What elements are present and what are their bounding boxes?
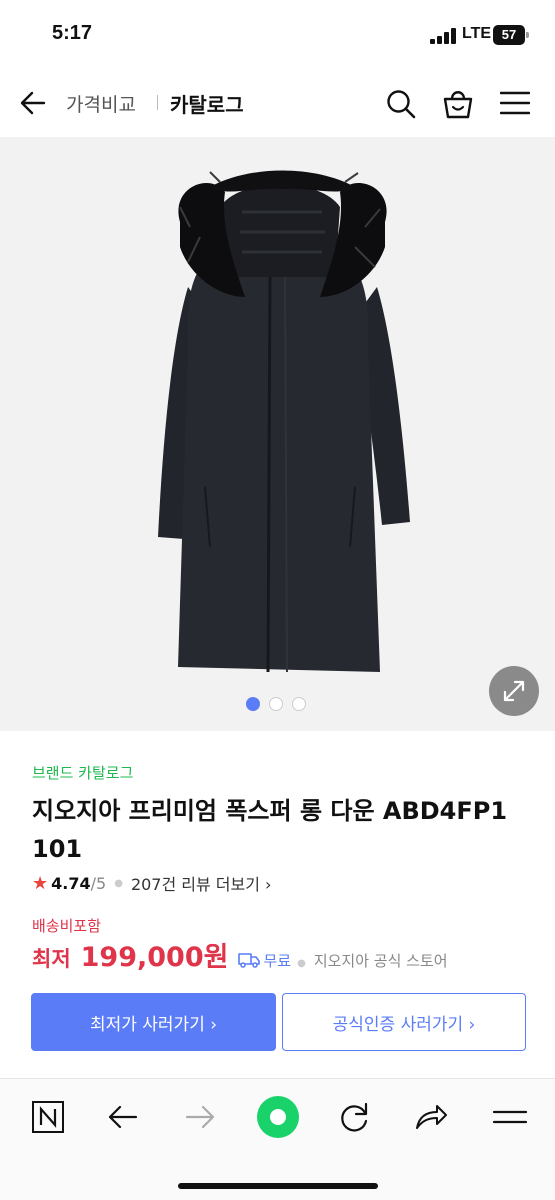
hamburger-menu-icon[interactable] — [500, 90, 530, 116]
store-name: 지오지아 공식 스토어 — [313, 952, 448, 970]
lowest-price: 199,000원 — [80, 942, 229, 973]
top-nav: 가격비교 카탈로그 — [0, 70, 555, 136]
separator-dot: ● — [297, 958, 306, 969]
share-icon[interactable] — [411, 1097, 451, 1137]
buy-official-button[interactable]: 공식인증 사러가기 › — [282, 993, 526, 1051]
price-compare-link[interactable]: 가격비교 — [66, 90, 136, 117]
network-label: LTE — [462, 25, 492, 42]
back-icon[interactable] — [103, 1097, 143, 1137]
review-link[interactable]: 207건 리뷰 더보기 › — [131, 871, 272, 895]
star-icon: ★ — [32, 872, 49, 894]
truck-icon — [238, 953, 261, 968]
rating-row: ★ 4.74 /5 ● 207건 리뷰 더보기 › — [32, 871, 272, 895]
green-dot-icon[interactable] — [256, 1095, 300, 1139]
product-image — [158, 170, 410, 673]
forward-icon[interactable] — [180, 1097, 220, 1137]
battery-icon: 57 — [493, 25, 529, 45]
back-arrow-icon[interactable] — [18, 88, 48, 118]
lowest-price-label: 최저 — [32, 947, 71, 971]
pagination-dot[interactable] — [246, 697, 260, 711]
nav-divider — [157, 95, 158, 110]
tabs-menu-icon[interactable] — [490, 1097, 530, 1137]
status-bar: 5:17 LTE 57 — [0, 0, 555, 70]
shipping-included-note: 배송비포함 — [32, 917, 102, 935]
buy-lowest-price-button[interactable]: 최저가 사러가기 › — [31, 993, 276, 1051]
home-indicator — [178, 1183, 378, 1189]
page-title: 카탈로그 — [170, 93, 244, 117]
search-icon[interactable] — [385, 88, 417, 120]
pagination-dot[interactable] — [269, 697, 283, 711]
product-title: 지오지아 프리미엄 폭스퍼 롱 다운 ABD4FP1 101 — [32, 797, 508, 863]
price-row: 최저 199,000원 무료 ● 지오지아 공식 스토어 — [32, 935, 448, 975]
brand-catalog-link[interactable]: 브랜드 카탈로그 — [32, 762, 133, 783]
pagination-dot[interactable] — [292, 697, 306, 711]
shopping-basket-icon[interactable] — [442, 86, 474, 120]
rating-max: /5 — [90, 873, 107, 893]
status-time: 5:17 — [52, 22, 93, 44]
naver-home-icon[interactable] — [28, 1097, 68, 1137]
signal-icon — [430, 28, 458, 44]
product-image-gallery[interactable] — [0, 137, 555, 731]
expand-image-button[interactable] — [489, 666, 539, 716]
rating-value: 4.74 — [51, 873, 91, 893]
separator-dot: ● — [114, 877, 123, 889]
free-shipping-label: 무료 — [263, 952, 292, 970]
expand-icon — [503, 680, 525, 702]
refresh-icon[interactable] — [334, 1097, 374, 1137]
gallery-pagination — [246, 697, 306, 711]
browser-toolbar — [0, 1078, 555, 1200]
